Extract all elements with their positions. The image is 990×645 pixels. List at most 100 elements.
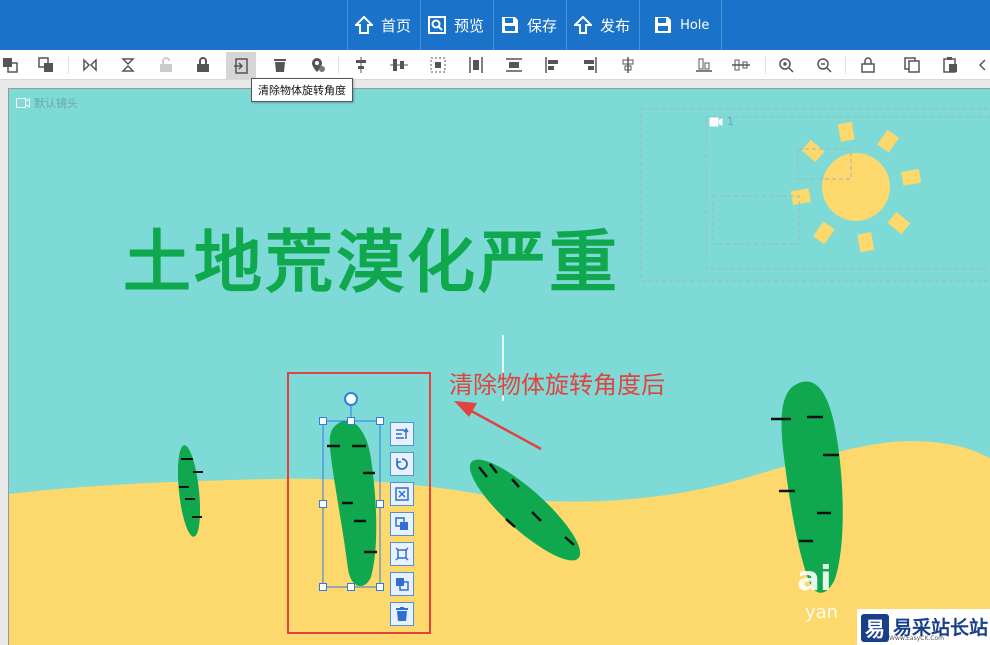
expand-icon	[395, 487, 409, 501]
camera-icon	[16, 98, 30, 108]
align-left-button[interactable]	[542, 55, 562, 75]
site-logo: 易	[861, 613, 889, 642]
resize-handle[interactable]	[347, 417, 355, 425]
publish-icon	[574, 16, 593, 34]
distribute-button[interactable]	[428, 55, 448, 75]
align-middle-button[interactable]	[389, 55, 409, 75]
trash-icon	[274, 59, 286, 72]
rotate-icon	[396, 458, 408, 470]
align-center-icon	[622, 57, 634, 73]
main-nav: 首页 预览 保存 发布 Hole	[347, 0, 723, 50]
toolbar-tooltip: 清除物体旋转角度	[251, 78, 353, 102]
properties-icon	[396, 427, 409, 439]
nav-preview-label: 预览	[454, 16, 485, 35]
annotation-arrow	[454, 401, 542, 451]
clear-rotation-icon	[234, 57, 248, 74]
camera-frame	[712, 195, 800, 245]
more-button[interactable]	[972, 55, 990, 75]
resize-handle[interactable]	[376, 583, 384, 591]
align-right-icon	[584, 57, 597, 73]
resize-handle[interactable]	[319, 500, 327, 508]
toolbar-divider	[845, 56, 846, 74]
unlock-button[interactable]	[156, 55, 176, 75]
lock-all-button[interactable]	[858, 55, 878, 75]
align-bottom-button[interactable]	[694, 55, 714, 75]
baidu-watermark: ai	[797, 559, 832, 599]
top-bar: 首页 预览 保存 发布 Hole	[0, 0, 990, 50]
distribute-icon	[430, 57, 446, 73]
canvas-frame: 默认镜头 1 土地荒漠化严重 清除物体旋转角度后 ai yan 易 易采站长站 …	[0, 80, 990, 645]
align-horizontal-button[interactable]	[504, 55, 524, 75]
fit-button[interactable]	[390, 482, 414, 506]
preview-icon	[428, 16, 447, 34]
location-button[interactable]	[308, 55, 328, 75]
site-url: Www.EasyCK.Com	[889, 635, 944, 642]
toolbar-divider	[338, 56, 339, 74]
toolbar-divider	[68, 56, 69, 74]
zoom-in-button[interactable]	[776, 55, 796, 75]
flip-horizontal-button[interactable]	[80, 55, 100, 75]
nav-hole[interactable]: Hole	[639, 0, 723, 50]
delete-button[interactable]	[270, 55, 290, 75]
align-icon	[356, 57, 366, 73]
nav-publish-label: 发布	[600, 16, 631, 35]
resize-handle[interactable]	[347, 583, 355, 591]
site-watermark: 易 易采站长站 Www.EasyCK.Com	[857, 609, 990, 645]
default-camera-label: 默认镜头	[16, 95, 78, 111]
duplicate-button[interactable]	[390, 572, 414, 596]
nav-save-label: 保存	[527, 16, 558, 35]
align-icon	[732, 59, 750, 71]
toolbar-divider	[765, 56, 766, 74]
camera-1-label: 1	[709, 115, 734, 128]
align-vertical-button[interactable]	[466, 55, 486, 75]
sun	[790, 121, 922, 253]
paste-icon	[943, 57, 957, 73]
nav-publish[interactable]: 发布	[566, 0, 639, 50]
layers-button[interactable]	[390, 512, 414, 536]
resize-handle[interactable]	[376, 417, 384, 425]
copy-icon	[904, 57, 920, 73]
bring-front-button[interactable]	[0, 55, 20, 75]
scene-stage[interactable]: 默认镜头 1 土地荒漠化严重 清除物体旋转角度后 ai yan 易 易采站长站 …	[8, 88, 990, 645]
lock-icon	[197, 57, 209, 72]
duplicate-icon	[396, 578, 409, 591]
clear-rotation-button[interactable]	[226, 52, 256, 79]
camera-1-text: 1	[727, 115, 734, 128]
editor-toolbar	[0, 50, 990, 80]
paste-button[interactable]	[940, 55, 960, 75]
camera-frame	[640, 108, 990, 282]
location-icon	[312, 58, 325, 72]
save-icon	[655, 17, 672, 33]
nav-save[interactable]: 保存	[493, 0, 566, 50]
align-center-button[interactable]	[618, 55, 638, 75]
crop-icon	[395, 547, 409, 561]
align-left-icon	[545, 57, 558, 73]
camera-icon	[709, 117, 723, 126]
zoom-out-button[interactable]	[814, 55, 834, 75]
nav-home-label: 首页	[381, 16, 412, 35]
align-top-button[interactable]	[351, 55, 371, 75]
scene-title[interactable]: 土地荒漠化严重	[123, 207, 620, 306]
layer-back-icon	[38, 57, 53, 72]
align-middle-h-button[interactable]	[731, 55, 751, 75]
home-icon	[355, 16, 373, 34]
nav-home[interactable]: 首页	[347, 0, 420, 50]
properties-button[interactable]	[390, 422, 414, 446]
rotate-button[interactable]	[390, 452, 414, 476]
delete-object-button[interactable]	[390, 602, 414, 626]
flip-vertical-button[interactable]	[118, 55, 138, 75]
align-right-button[interactable]	[580, 55, 600, 75]
resize-handle[interactable]	[319, 417, 327, 425]
send-back-button[interactable]	[36, 55, 56, 75]
lock-button[interactable]	[193, 55, 213, 75]
flip-horizontal-icon	[83, 58, 97, 72]
copy-button[interactable]	[902, 55, 922, 75]
layers-icon	[395, 517, 408, 530]
unlock-icon	[160, 57, 172, 72]
align-bottom-icon	[696, 58, 712, 72]
crop-button[interactable]	[390, 542, 414, 566]
resize-handle[interactable]	[376, 500, 384, 508]
resize-handle[interactable]	[319, 583, 327, 591]
chevron-left-icon	[978, 59, 986, 71]
nav-preview[interactable]: 预览	[420, 0, 493, 50]
